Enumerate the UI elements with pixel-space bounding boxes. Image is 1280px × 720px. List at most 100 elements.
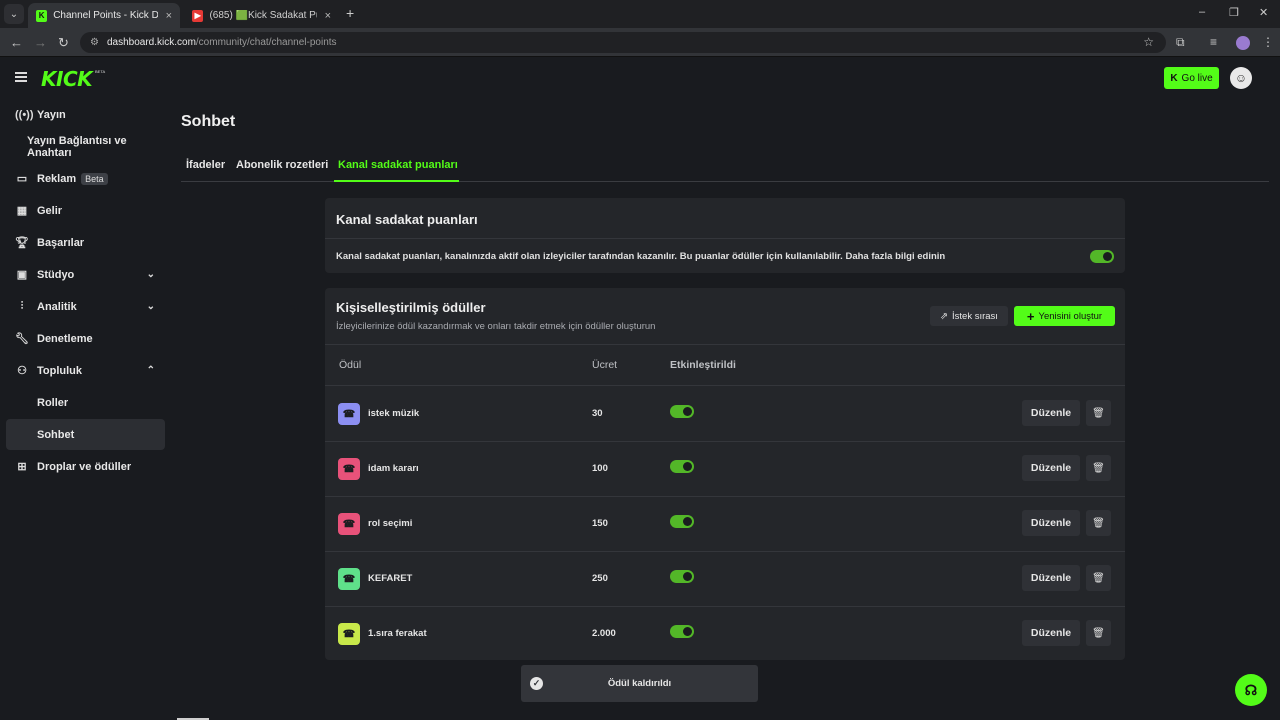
sidebar-item-droplar[interactable]: ⊞ Droplar ve ödüller (6, 451, 165, 482)
wrench-icon: 🔧︎ (15, 333, 29, 345)
maximize-icon[interactable]: ❐ (1229, 6, 1239, 19)
url-path: /community/chat/channel-points (195, 37, 337, 48)
chat-settings-tabs: İfadeler Abonelik rozetleri Kanal sadaka… (181, 157, 1269, 182)
button-label: İstek sırası (952, 310, 998, 322)
trash-icon[interactable]: 🗑︎ (1086, 455, 1111, 481)
browser-toolbar: ← → ↻ ⚙ dashboard.kick.com/community/cha… (0, 28, 1280, 57)
media-controls-icon[interactable]: ≡ (1210, 35, 1217, 49)
edit-button[interactable]: Düzenle (1022, 510, 1080, 536)
custom-rewards-card: Kişiselleştirilmiş ödüller İzleyicilerin… (325, 288, 1125, 660)
chevron-down-icon: ⌄ (146, 301, 155, 312)
go-live-button[interactable]: K Go live (1164, 67, 1219, 89)
column-header-cost: Ücret (592, 359, 618, 371)
minimize-icon[interactable]: – (1199, 6, 1205, 18)
tab-channel-points[interactable]: Kanal sadakat puanları (338, 159, 458, 171)
reward-cost: 250 (592, 573, 608, 584)
kick-logo[interactable]: KICK (41, 67, 93, 91)
edit-button[interactable]: Düzenle (1022, 400, 1080, 426)
tab-emotes[interactable]: İfadeler (186, 159, 225, 171)
drops-icon: ⊞ (17, 461, 27, 473)
reward-name: idam kararı (368, 463, 419, 474)
reload-icon[interactable]: ↻ (58, 35, 69, 51)
card-description: Kanal sadakat puanları, kanalınızda akti… (336, 251, 946, 262)
sidebar-item-sohbet[interactable]: Sohbet (6, 419, 165, 450)
trash-icon[interactable]: 🗑︎ (1086, 400, 1111, 426)
table-row: ☎ istek müzik 30 Düzenle 🗑︎ (325, 386, 1125, 441)
reward-name: 1.sıra ferakat (368, 628, 427, 639)
browser-tab-kick[interactable]: K Channel Points - Kick Dashboard × (28, 3, 180, 28)
sidebar-item-basarilar[interactable]: 🏆︎ Başarılar (6, 227, 165, 258)
sidebar-item-topluluk[interactable]: ⚇ Topluluk ⌃ (6, 355, 165, 386)
sidebar-item-studyo[interactable]: ▣ Stüdyo ⌄ (6, 259, 165, 290)
close-tab-icon[interactable]: × (325, 10, 331, 22)
reward-enabled-toggle[interactable] (670, 405, 694, 418)
reward-enabled-toggle[interactable] (670, 460, 694, 473)
sidebar-item-label: Analitik (37, 300, 77, 313)
menu-kebab-icon[interactable]: ⋮ (1262, 35, 1274, 49)
sidebar-item-label: Yayın (37, 108, 66, 121)
browser-tab-youtube[interactable]: ▶ (685) 🟩Kick Sadakat Puanı Na × (184, 3, 339, 28)
button-label: Yenisini oluştur (1038, 310, 1103, 322)
reward-name: KEFARET (368, 573, 413, 584)
reward-icon: ☎ (338, 513, 360, 535)
sidebar-item-denetleme[interactable]: 🔧︎ Denetleme (6, 323, 165, 354)
forward-icon[interactable]: → (34, 35, 47, 50)
card-subtitle: İzleyicilerinize ödül kazandırmak ve onl… (336, 321, 656, 332)
sidebar-item-yayin[interactable]: ((•)) Yayın (6, 99, 165, 130)
divider (325, 344, 1125, 345)
active-tab-indicator (334, 180, 459, 182)
reward-enabled-toggle[interactable] (670, 515, 694, 528)
community-icon: ⚇ (17, 365, 27, 377)
bookmark-star-icon[interactable]: ☆ (1143, 35, 1154, 49)
request-queue-button[interactable]: ⇗ İstek sırası (930, 306, 1008, 326)
reward-enabled-toggle[interactable] (670, 625, 694, 638)
sidebar-item-gelir[interactable]: ▦ Gelir (6, 195, 165, 226)
new-tab-button[interactable]: + (346, 5, 354, 21)
divider (325, 238, 1125, 239)
trash-icon[interactable]: 🗑︎ (1086, 565, 1111, 591)
analytics-icon: ⫶ (20, 300, 24, 312)
table-row: ☎ idam kararı 100 Düzenle 🗑︎ (325, 441, 1125, 496)
address-bar[interactable]: ⚙ dashboard.kick.com/community/chat/chan… (80, 32, 1166, 53)
site-info-icon[interactable]: ⚙ (90, 37, 99, 48)
chevron-down-icon: ⌄ (146, 269, 155, 280)
tab-search-button[interactable]: ⌄ (4, 4, 24, 24)
sidebar-item-analitik[interactable]: ⫶ Analitik ⌄ (6, 291, 165, 322)
card-title: Kanal sadakat puanları (336, 212, 478, 227)
table-row: ☎ 1.sıra ferakat 2.000 Düzenle 🗑︎ (325, 606, 1125, 661)
hamburger-menu-icon[interactable] (15, 72, 27, 82)
studio-icon: ▣ (16, 269, 28, 281)
close-window-icon[interactable]: ✕ (1259, 6, 1268, 19)
kick-icon: K (36, 9, 48, 22)
channel-points-toggle[interactable] (1090, 250, 1114, 263)
sidebar-item-stream-key[interactable]: Yayın Bağlantısı ve Anahtarı (6, 131, 165, 162)
sidebar-item-roller[interactable]: Roller (6, 387, 165, 418)
chevron-down-icon: ⌄ (9, 8, 19, 20)
table-row: ☎ KEFARET 250 Düzenle 🗑︎ (325, 551, 1125, 606)
extensions-icon[interactable]: ⧉ (1176, 35, 1185, 50)
kick-icon: K (1170, 72, 1178, 84)
profile-avatar[interactable] (1236, 36, 1250, 50)
browser-tabbar: ⌄ K Channel Points - Kick Dashboard × ▶ … (0, 0, 1280, 28)
edit-button[interactable]: Düzenle (1022, 565, 1080, 591)
trash-icon[interactable]: 🗑︎ (1086, 510, 1111, 536)
sidebar-item-label: Denetleme (37, 332, 93, 345)
headset-icon: ☊ (1244, 681, 1258, 698)
reward-cost: 2.000 (592, 628, 616, 639)
user-avatar[interactable]: ☺ (1230, 67, 1252, 89)
reward-cost: 30 (592, 408, 603, 419)
back-icon[interactable]: ← (10, 35, 23, 50)
edit-button[interactable]: Düzenle (1022, 620, 1080, 646)
support-chat-button[interactable]: ☊ (1235, 674, 1267, 706)
trash-icon[interactable]: 🗑︎ (1086, 620, 1111, 646)
tab-subscriber-badges[interactable]: Abonelik rozetleri (236, 159, 328, 171)
beta-badge: Beta (81, 172, 108, 185)
reward-enabled-toggle[interactable] (670, 570, 694, 583)
create-reward-button[interactable]: + Yenisini oluştur (1014, 306, 1115, 326)
sidebar-item-label: Başarılar (37, 236, 85, 249)
edit-button[interactable]: Düzenle (1022, 455, 1080, 481)
close-tab-icon[interactable]: × (166, 10, 172, 22)
sidebar-item-reklam[interactable]: ▭ Reklam Beta (6, 163, 165, 194)
sidebar-item-label: Droplar ve ödüller (37, 460, 132, 473)
browser-tab-title: Channel Points - Kick Dashboard (53, 10, 158, 21)
